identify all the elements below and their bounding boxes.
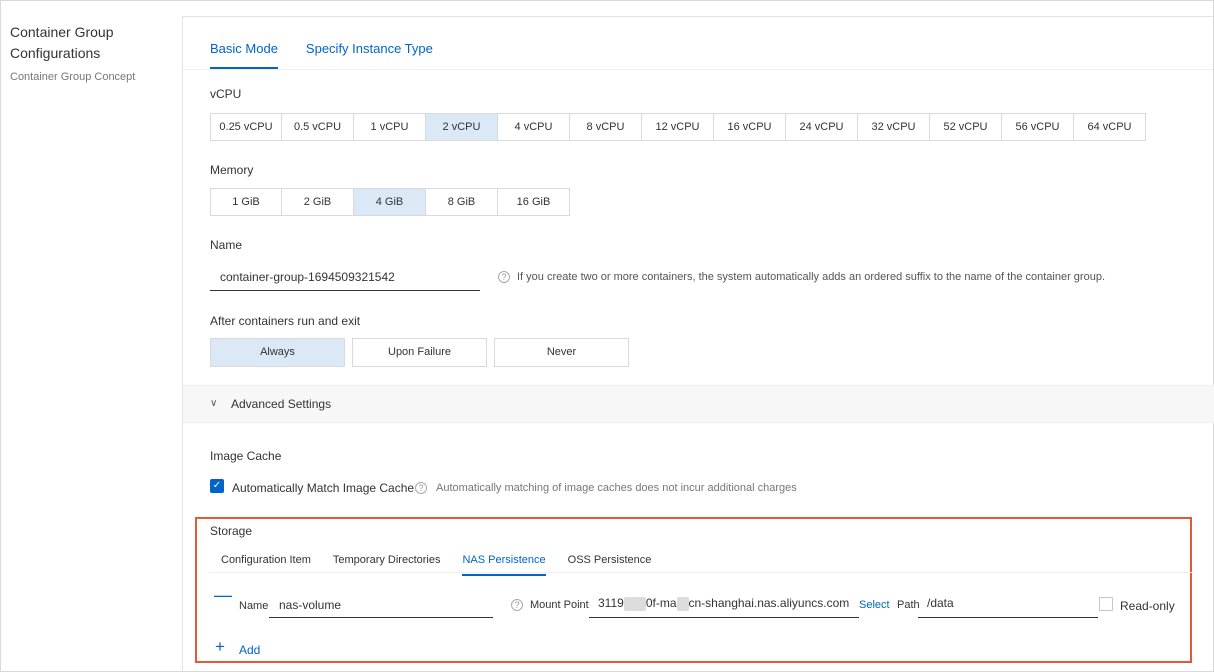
vcpu-option[interactable]: 1 vCPU — [353, 113, 426, 141]
image-cache-checkbox[interactable]: ✓ — [210, 479, 224, 493]
memory-option[interactable]: 8 GiB — [425, 188, 498, 216]
memory-selector: 1 GiB 2 GiB 4 GiB 8 GiB 16 GiB — [210, 188, 570, 216]
mount-point-help-icon[interactable]: ? — [511, 599, 523, 611]
storage-label: Storage — [210, 524, 253, 538]
nas-name-label: Name — [239, 600, 269, 612]
vcpu-selector: 0.25 vCPU 0.5 vCPU 1 vCPU 2 vCPU 4 vCPU … — [210, 113, 1146, 141]
vcpu-option[interactable]: 24 vCPU — [785, 113, 858, 141]
image-cache-help-text: Automatically matching of image caches d… — [436, 482, 797, 494]
vcpu-option-selected[interactable]: 2 vCPU — [425, 113, 498, 141]
mount-point-label: Mount Point — [530, 599, 589, 611]
name-label: Name — [210, 238, 243, 252]
restart-policy-label: After containers run and exit — [210, 314, 361, 328]
sidebar-concept-link[interactable]: Container Group Concept — [10, 71, 170, 83]
restart-policy-selector: Always Upon Failure Never — [210, 338, 636, 367]
advanced-settings-label: Advanced Settings — [231, 397, 332, 411]
vcpu-option[interactable]: 0.25 vCPU — [210, 113, 282, 141]
remove-volume-icon[interactable]: — — [214, 586, 232, 605]
memory-option-selected[interactable]: 4 GiB — [353, 188, 426, 216]
vcpu-option[interactable]: 0.5 vCPU — [281, 113, 354, 141]
nas-name-input[interactable]: nas-volume — [269, 592, 493, 618]
sidebar-title-line2: Configurations — [10, 45, 101, 61]
storage-tab-divider — [209, 572, 1194, 573]
memory-option[interactable]: 1 GiB — [210, 188, 282, 216]
chevron-down-icon: ∨ — [210, 398, 218, 409]
vcpu-option[interactable]: 12 vCPU — [641, 113, 714, 141]
memory-option[interactable]: 16 GiB — [497, 188, 570, 216]
name-help-text: If you create two or more containers, th… — [517, 271, 1106, 283]
vcpu-option[interactable]: 4 vCPU — [497, 113, 570, 141]
restart-option-always[interactable]: Always — [210, 338, 345, 367]
tab-basic-mode[interactable]: Basic Mode — [210, 41, 278, 69]
storage-highlight-box — [195, 517, 1192, 663]
sidebar: Container Group Configurations Container… — [10, 22, 170, 83]
mount-point-part3: cn-shanghai.nas.aliyuncs.com — [688, 596, 850, 610]
readonly-checkbox[interactable] — [1099, 597, 1113, 611]
restart-option-never[interactable]: Never — [494, 338, 629, 367]
redacted-block — [623, 596, 646, 611]
vcpu-option[interactable]: 64 vCPU — [1073, 113, 1146, 141]
vcpu-option[interactable]: 8 vCPU — [569, 113, 642, 141]
path-input[interactable]: /data — [918, 592, 1098, 618]
image-cache-checkbox-label[interactable]: Automatically Match Image Cache — [232, 481, 414, 495]
memory-label: Memory — [210, 163, 254, 177]
mount-point-input[interactable]: 3119 0f-ma cn-shanghai.nas.aliyuncs.com — [589, 592, 859, 618]
vcpu-label: vCPU — [210, 87, 242, 101]
name-help-icon[interactable]: ? — [498, 271, 510, 283]
mode-tabs: Basic Mode Specify Instance Type — [210, 41, 461, 69]
vcpu-option[interactable]: 52 vCPU — [929, 113, 1002, 141]
mount-point-part1: 3119 — [598, 596, 624, 610]
tab-specify-instance-type[interactable]: Specify Instance Type — [306, 41, 433, 69]
config-panel: Basic Mode Specify Instance Type vCPU 0.… — [182, 16, 1214, 672]
image-cache-label: Image Cache — [210, 449, 282, 463]
image-cache-help-icon[interactable]: ? — [415, 482, 427, 494]
memory-option[interactable]: 2 GiB — [281, 188, 354, 216]
add-volume-link[interactable]: Add — [239, 643, 260, 657]
container-group-name-input[interactable]: container-group-1694509321542 — [210, 263, 480, 291]
readonly-label[interactable]: Read-only — [1120, 599, 1175, 613]
tab-divider — [183, 69, 1213, 70]
mount-point-select-link[interactable]: Select — [859, 599, 890, 611]
redacted-block — [676, 596, 689, 611]
vcpu-option[interactable]: 32 vCPU — [857, 113, 930, 141]
mount-point-part2: 0f-ma — [645, 596, 677, 610]
advanced-settings-toggle[interactable]: ∨ Advanced Settings — [183, 385, 1214, 423]
vcpu-option[interactable]: 56 vCPU — [1001, 113, 1074, 141]
plus-icon[interactable]: + — [215, 638, 225, 655]
sidebar-title-line1: Container Group — [10, 24, 114, 40]
vcpu-option[interactable]: 16 vCPU — [713, 113, 786, 141]
restart-option-upon-failure[interactable]: Upon Failure — [352, 338, 487, 367]
path-label: Path — [897, 599, 920, 611]
